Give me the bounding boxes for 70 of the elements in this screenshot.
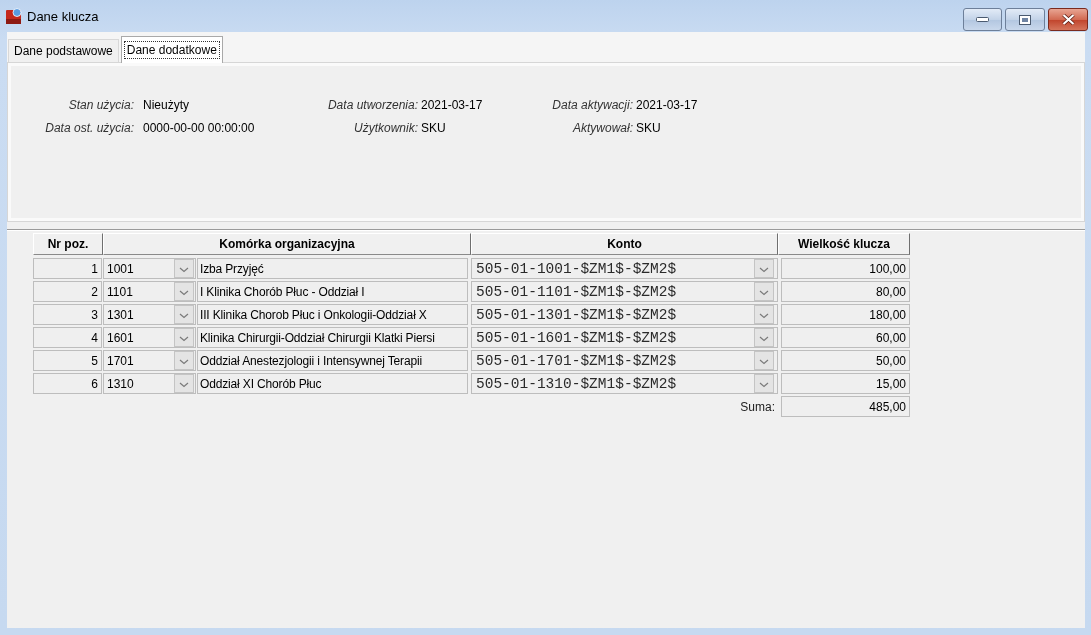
chevron-down-icon[interactable] (754, 351, 774, 370)
sum-field: 485,00 (781, 396, 910, 417)
column-header[interactable]: Komórka organizacyjna (103, 233, 471, 255)
unit-code-combobox[interactable]: 1001 (103, 258, 196, 279)
key-size-field[interactable]: 60,00 (781, 327, 910, 348)
unit-code-combobox[interactable]: 1310 (103, 373, 196, 394)
app-icon (6, 8, 22, 24)
tab[interactable]: Dane dodatkowe (120, 36, 223, 63)
chevron-down-icon[interactable] (754, 259, 774, 278)
key-size-field[interactable]: 180,00 (781, 304, 910, 325)
field-value: 2021-03-17 (635, 97, 699, 112)
chevron-down-icon[interactable] (754, 328, 774, 347)
field-value: 2021-03-17 (420, 97, 484, 112)
key-size-field[interactable]: 50,00 (781, 350, 910, 371)
position-cell: 5 (33, 350, 102, 371)
unit-code-combobox[interactable]: 1601 (103, 327, 196, 348)
field-value: SKU (635, 120, 662, 135)
close-icon (1061, 14, 1075, 25)
close-button[interactable] (1048, 8, 1088, 31)
field-value: SKU (420, 120, 447, 135)
position-cell: 1 (33, 258, 102, 279)
field-label: Użytkownik: (353, 120, 418, 135)
position-cell: 6 (33, 373, 102, 394)
maximize-button[interactable] (1005, 8, 1045, 31)
field-label: Stan użycia: (67, 97, 134, 112)
position-cell: 4 (33, 327, 102, 348)
window-title: Dane klucza (27, 8, 99, 24)
minimize-button[interactable] (963, 8, 1002, 31)
minimize-icon (976, 17, 989, 22)
key-size-field[interactable]: 80,00 (781, 281, 910, 302)
chevron-down-icon[interactable] (754, 374, 774, 393)
chevron-down-icon[interactable] (754, 282, 774, 301)
position-cell: 3 (33, 304, 102, 325)
chevron-down-icon[interactable] (174, 374, 194, 393)
unit-code-combobox[interactable]: 1301 (103, 304, 196, 325)
account-combobox[interactable]: 505-01-1701-$ZM1$-$ZM2$ (471, 350, 778, 371)
chevron-down-icon[interactable] (174, 351, 194, 370)
unit-name-cell: Oddział Anestezjologii i Intensywnej Terapii (197, 350, 468, 371)
sum-label: Suma: (740, 399, 775, 414)
unit-name-cell: Izba Przyjęć (197, 258, 468, 279)
chevron-down-icon[interactable] (174, 282, 194, 301)
chevron-down-icon[interactable] (174, 328, 194, 347)
account-combobox[interactable]: 505-01-1301-$ZM1$-$ZM2$ (471, 304, 778, 325)
column-header[interactable]: Konto (471, 233, 778, 255)
field-label: Aktywował: (571, 120, 633, 135)
unit-code-combobox[interactable]: 1101 (103, 281, 196, 302)
unit-code-combobox[interactable]: 1701 (103, 350, 196, 371)
chevron-down-icon[interactable] (174, 259, 194, 278)
column-header[interactable]: Wielkość klucza (778, 233, 910, 255)
unit-name-cell: III Klinika Chorob Płuc i Onkologii-Oddział X (197, 304, 468, 325)
field-value: Nieużyty (142, 97, 190, 112)
account-combobox[interactable]: 505-01-1601-$ZM1$-$ZM2$ (471, 327, 778, 348)
unit-name-cell: Klinika Chirurgii-Oddział Chirurgii Klatki Piersi (197, 327, 468, 348)
position-cell: 2 (33, 281, 102, 302)
key-size-field[interactable]: 100,00 (781, 258, 910, 279)
maximize-icon (1019, 14, 1031, 25)
field-value: 0000-00-00 00:00:00 (142, 120, 256, 135)
unit-name-cell: Oddział XI Chorób Płuc (197, 373, 468, 394)
account-combobox[interactable]: 505-01-1001-$ZM1$-$ZM2$ (471, 258, 778, 279)
account-combobox[interactable]: 505-01-1101-$ZM1$-$ZM2$ (471, 281, 778, 302)
chevron-down-icon[interactable] (174, 305, 194, 324)
unit-name-cell: I Klinika Chorób Płuc - Oddział I (197, 281, 468, 302)
key-size-field[interactable]: 15,00 (781, 373, 910, 394)
tab[interactable]: Dane podstawowe (8, 39, 119, 62)
chevron-down-icon[interactable] (754, 305, 774, 324)
field-label: Data aktywacji: (551, 97, 633, 112)
account-combobox[interactable]: 505-01-1310-$ZM1$-$ZM2$ (471, 373, 778, 394)
field-label: Data ost. użycia: (44, 120, 134, 135)
field-label: Data utworzenia: (326, 97, 418, 112)
column-header[interactable]: Nr poz. (33, 233, 103, 255)
